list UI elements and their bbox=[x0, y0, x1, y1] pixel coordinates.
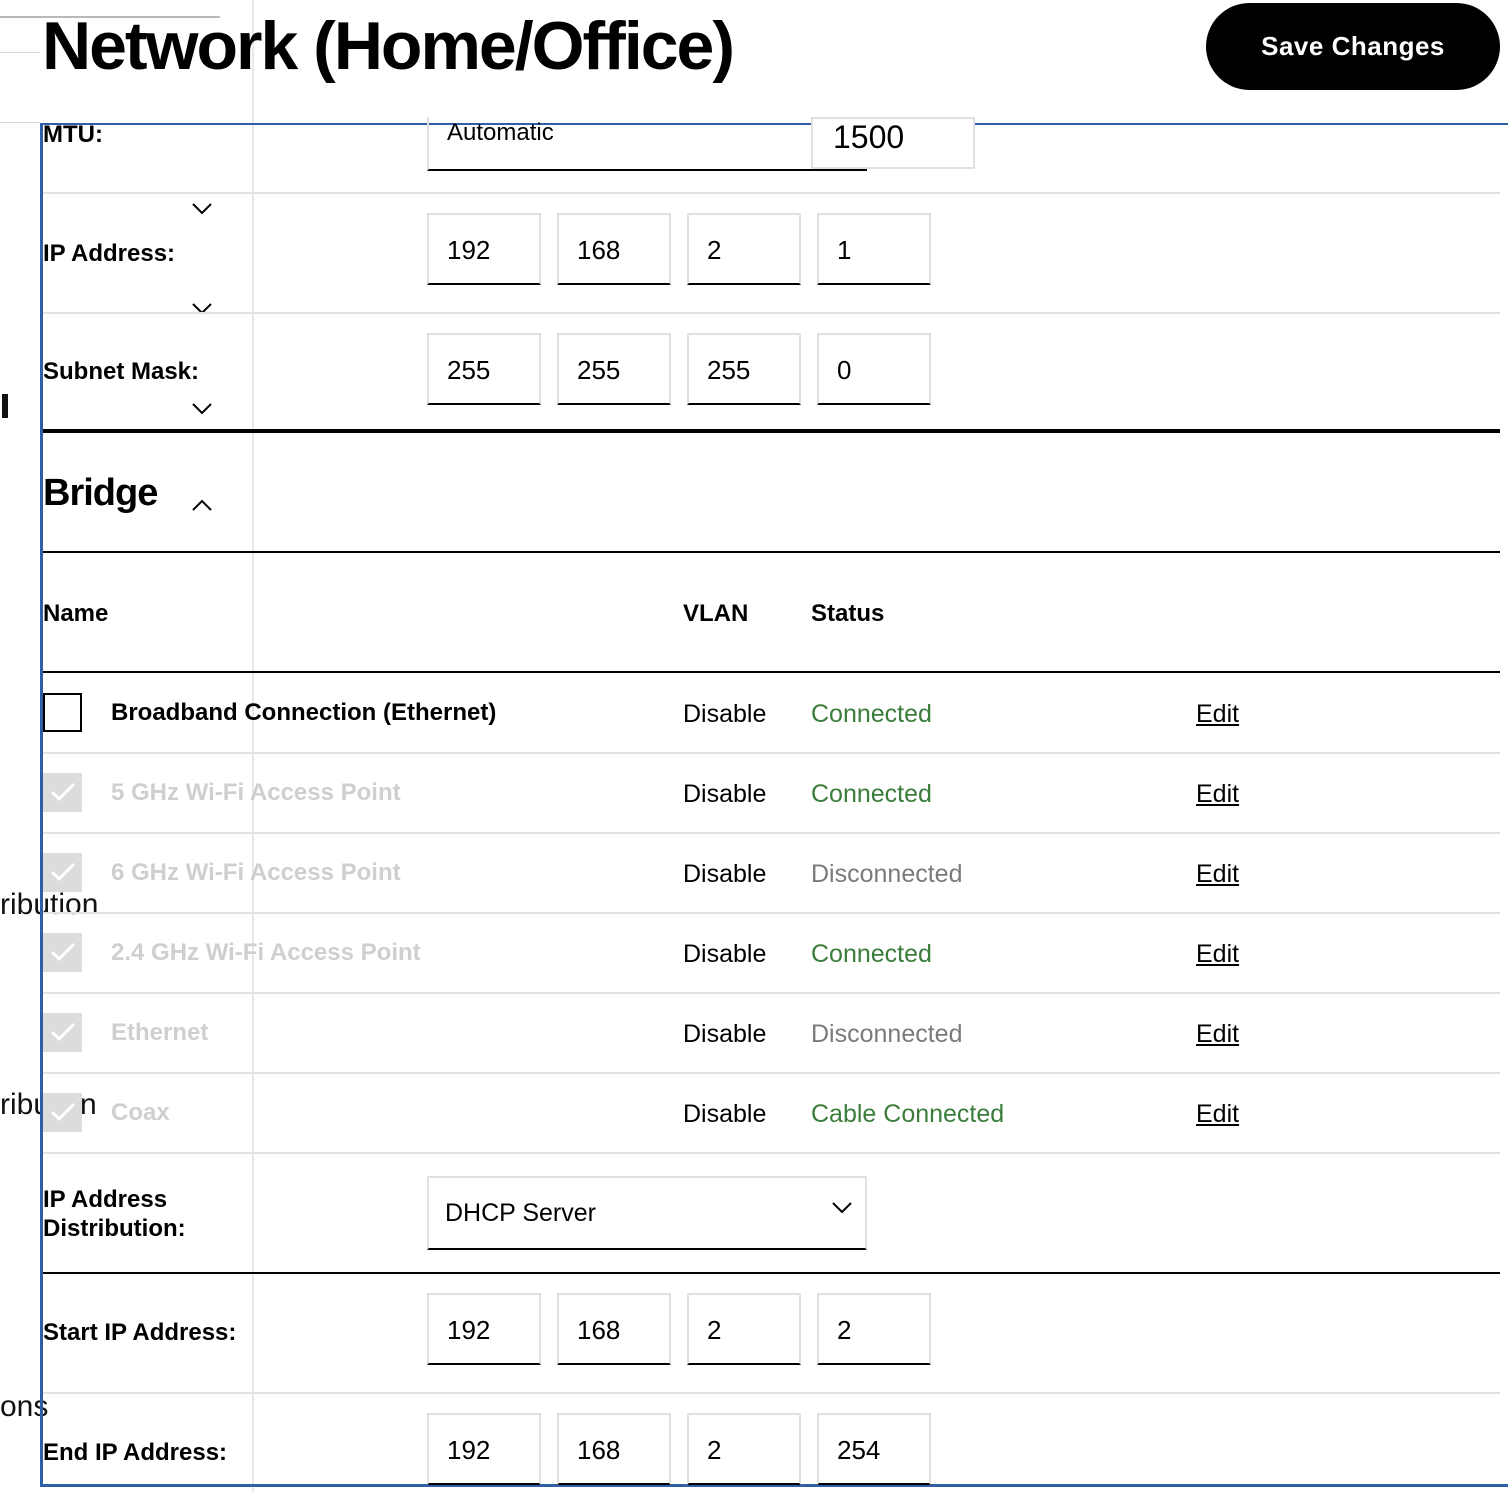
column-header-vlan: VLAN bbox=[683, 600, 749, 627]
background-marker bbox=[2, 394, 8, 418]
bridge-row-name: 2.4 GHz Wi-Fi Access Point bbox=[111, 939, 421, 966]
ip-address-octet-3[interactable]: 2 bbox=[687, 213, 801, 285]
row-divider bbox=[43, 312, 1500, 314]
mtu-label: MTU: bbox=[43, 121, 103, 148]
background-divider bbox=[0, 52, 40, 53]
chevron-down-icon[interactable] bbox=[191, 402, 213, 416]
ip-distribution-label: IP Address Distribution: bbox=[43, 1185, 186, 1243]
subnet-mask-octet-1[interactable]: 255 bbox=[427, 333, 541, 405]
bridge-row-status: Connected bbox=[811, 700, 932, 728]
ip-address-octet-2[interactable]: 168 bbox=[557, 213, 671, 285]
background-divider bbox=[0, 122, 40, 123]
bridge-row-name: 5 GHz Wi-Fi Access Point bbox=[111, 779, 401, 806]
bridge-row-name: Ethernet bbox=[111, 1019, 209, 1046]
column-header-name: Name bbox=[43, 600, 109, 627]
column-header-status: Status bbox=[811, 600, 885, 627]
check-icon bbox=[50, 782, 76, 802]
table-row-divider bbox=[43, 1072, 1500, 1074]
chevron-down-icon[interactable] bbox=[831, 1201, 853, 1215]
table-row-divider bbox=[43, 912, 1500, 914]
bridge-row-name: Coax bbox=[111, 1099, 170, 1126]
row-divider bbox=[43, 1392, 1500, 1394]
start-ip-label: Start IP Address: bbox=[43, 1319, 237, 1346]
bridge-row-status: Connected bbox=[811, 780, 932, 808]
subnet-mask-octet-4[interactable]: 0 bbox=[817, 333, 931, 405]
table-row-divider bbox=[43, 992, 1500, 994]
check-icon bbox=[50, 942, 76, 962]
bridge-row-vlan: Disable bbox=[683, 700, 767, 728]
section-divider bbox=[43, 1272, 1500, 1274]
start-ip-octet-1[interactable]: 192 bbox=[427, 1293, 541, 1365]
row-checkbox[interactable] bbox=[43, 773, 82, 812]
mtu-value-input[interactable]: 1500 bbox=[811, 117, 975, 169]
chevron-down-icon[interactable] bbox=[191, 202, 213, 216]
bridge-section-title: Bridge bbox=[43, 472, 158, 514]
row-checkbox[interactable] bbox=[43, 1013, 82, 1052]
edit-link[interactable]: Edit bbox=[1196, 780, 1239, 809]
chevron-up-icon[interactable] bbox=[191, 498, 213, 512]
bridge-row-vlan: Disable bbox=[683, 860, 767, 888]
ip-address-octet-1[interactable]: 192 bbox=[427, 213, 541, 285]
section-divider bbox=[43, 429, 1500, 433]
bridge-row-status: Cable Connected bbox=[811, 1100, 1005, 1128]
row-checkbox[interactable] bbox=[43, 1093, 82, 1132]
start-ip-octet-2[interactable]: 168 bbox=[557, 1293, 671, 1365]
ip-address-label: IP Address: bbox=[43, 240, 176, 267]
end-ip-octet-2[interactable]: 168 bbox=[557, 1413, 671, 1485]
section-divider bbox=[43, 551, 1500, 553]
row-divider bbox=[43, 192, 1500, 194]
end-ip-octet-4[interactable]: 254 bbox=[817, 1413, 931, 1485]
check-icon bbox=[50, 1022, 76, 1042]
edit-link[interactable]: Edit bbox=[1196, 860, 1239, 889]
end-ip-octet-1[interactable]: 192 bbox=[427, 1413, 541, 1485]
page-title: Network (Home/Office) bbox=[42, 8, 735, 84]
table-row-divider bbox=[43, 1152, 1500, 1154]
edit-link[interactable]: Edit bbox=[1196, 700, 1239, 729]
subnet-mask-label: Subnet Mask: bbox=[43, 358, 200, 385]
edit-link[interactable]: Edit bbox=[1196, 1100, 1239, 1129]
row-checkbox[interactable] bbox=[43, 693, 82, 732]
ip-address-octet-4[interactable]: 1 bbox=[817, 213, 931, 285]
row-checkbox[interactable] bbox=[43, 933, 82, 972]
table-row-divider bbox=[43, 832, 1500, 834]
ip-distribution-label-line2: Distribution: bbox=[43, 1215, 186, 1242]
subnet-mask-octet-2[interactable]: 255 bbox=[557, 333, 671, 405]
bridge-row-vlan: Disable bbox=[683, 780, 767, 808]
row-checkbox[interactable] bbox=[43, 853, 82, 892]
edit-link[interactable]: Edit bbox=[1196, 940, 1239, 969]
table-header-divider bbox=[43, 671, 1500, 673]
table-row-divider bbox=[43, 752, 1500, 754]
save-changes-button[interactable]: Save Changes bbox=[1206, 3, 1500, 90]
bridge-row-name: 6 GHz Wi-Fi Access Point bbox=[111, 859, 401, 886]
bridge-row-vlan: Disable bbox=[683, 1100, 767, 1128]
mtu-mode-select[interactable]: Automatic bbox=[427, 117, 867, 171]
ip-distribution-select[interactable]: DHCP Server bbox=[427, 1176, 867, 1250]
check-icon bbox=[50, 1102, 76, 1122]
bridge-row-vlan: Disable bbox=[683, 940, 767, 968]
bridge-row-status: Disconnected bbox=[811, 860, 963, 888]
start-ip-octet-3[interactable]: 2 bbox=[687, 1293, 801, 1365]
check-icon bbox=[50, 862, 76, 882]
bridge-row-name: Broadband Connection (Ethernet) bbox=[111, 699, 497, 726]
bridge-row-vlan: Disable bbox=[683, 1020, 767, 1048]
edit-link[interactable]: Edit bbox=[1196, 1020, 1239, 1049]
subnet-mask-octet-3[interactable]: 255 bbox=[687, 333, 801, 405]
bridge-row-status: Connected bbox=[811, 940, 932, 968]
start-ip-octet-4[interactable]: 2 bbox=[817, 1293, 931, 1365]
ip-distribution-label-line1: IP Address bbox=[43, 1186, 168, 1213]
end-ip-octet-3[interactable]: 2 bbox=[687, 1413, 801, 1485]
end-ip-label: End IP Address: bbox=[43, 1439, 228, 1466]
bridge-row-status: Disconnected bbox=[811, 1020, 963, 1048]
